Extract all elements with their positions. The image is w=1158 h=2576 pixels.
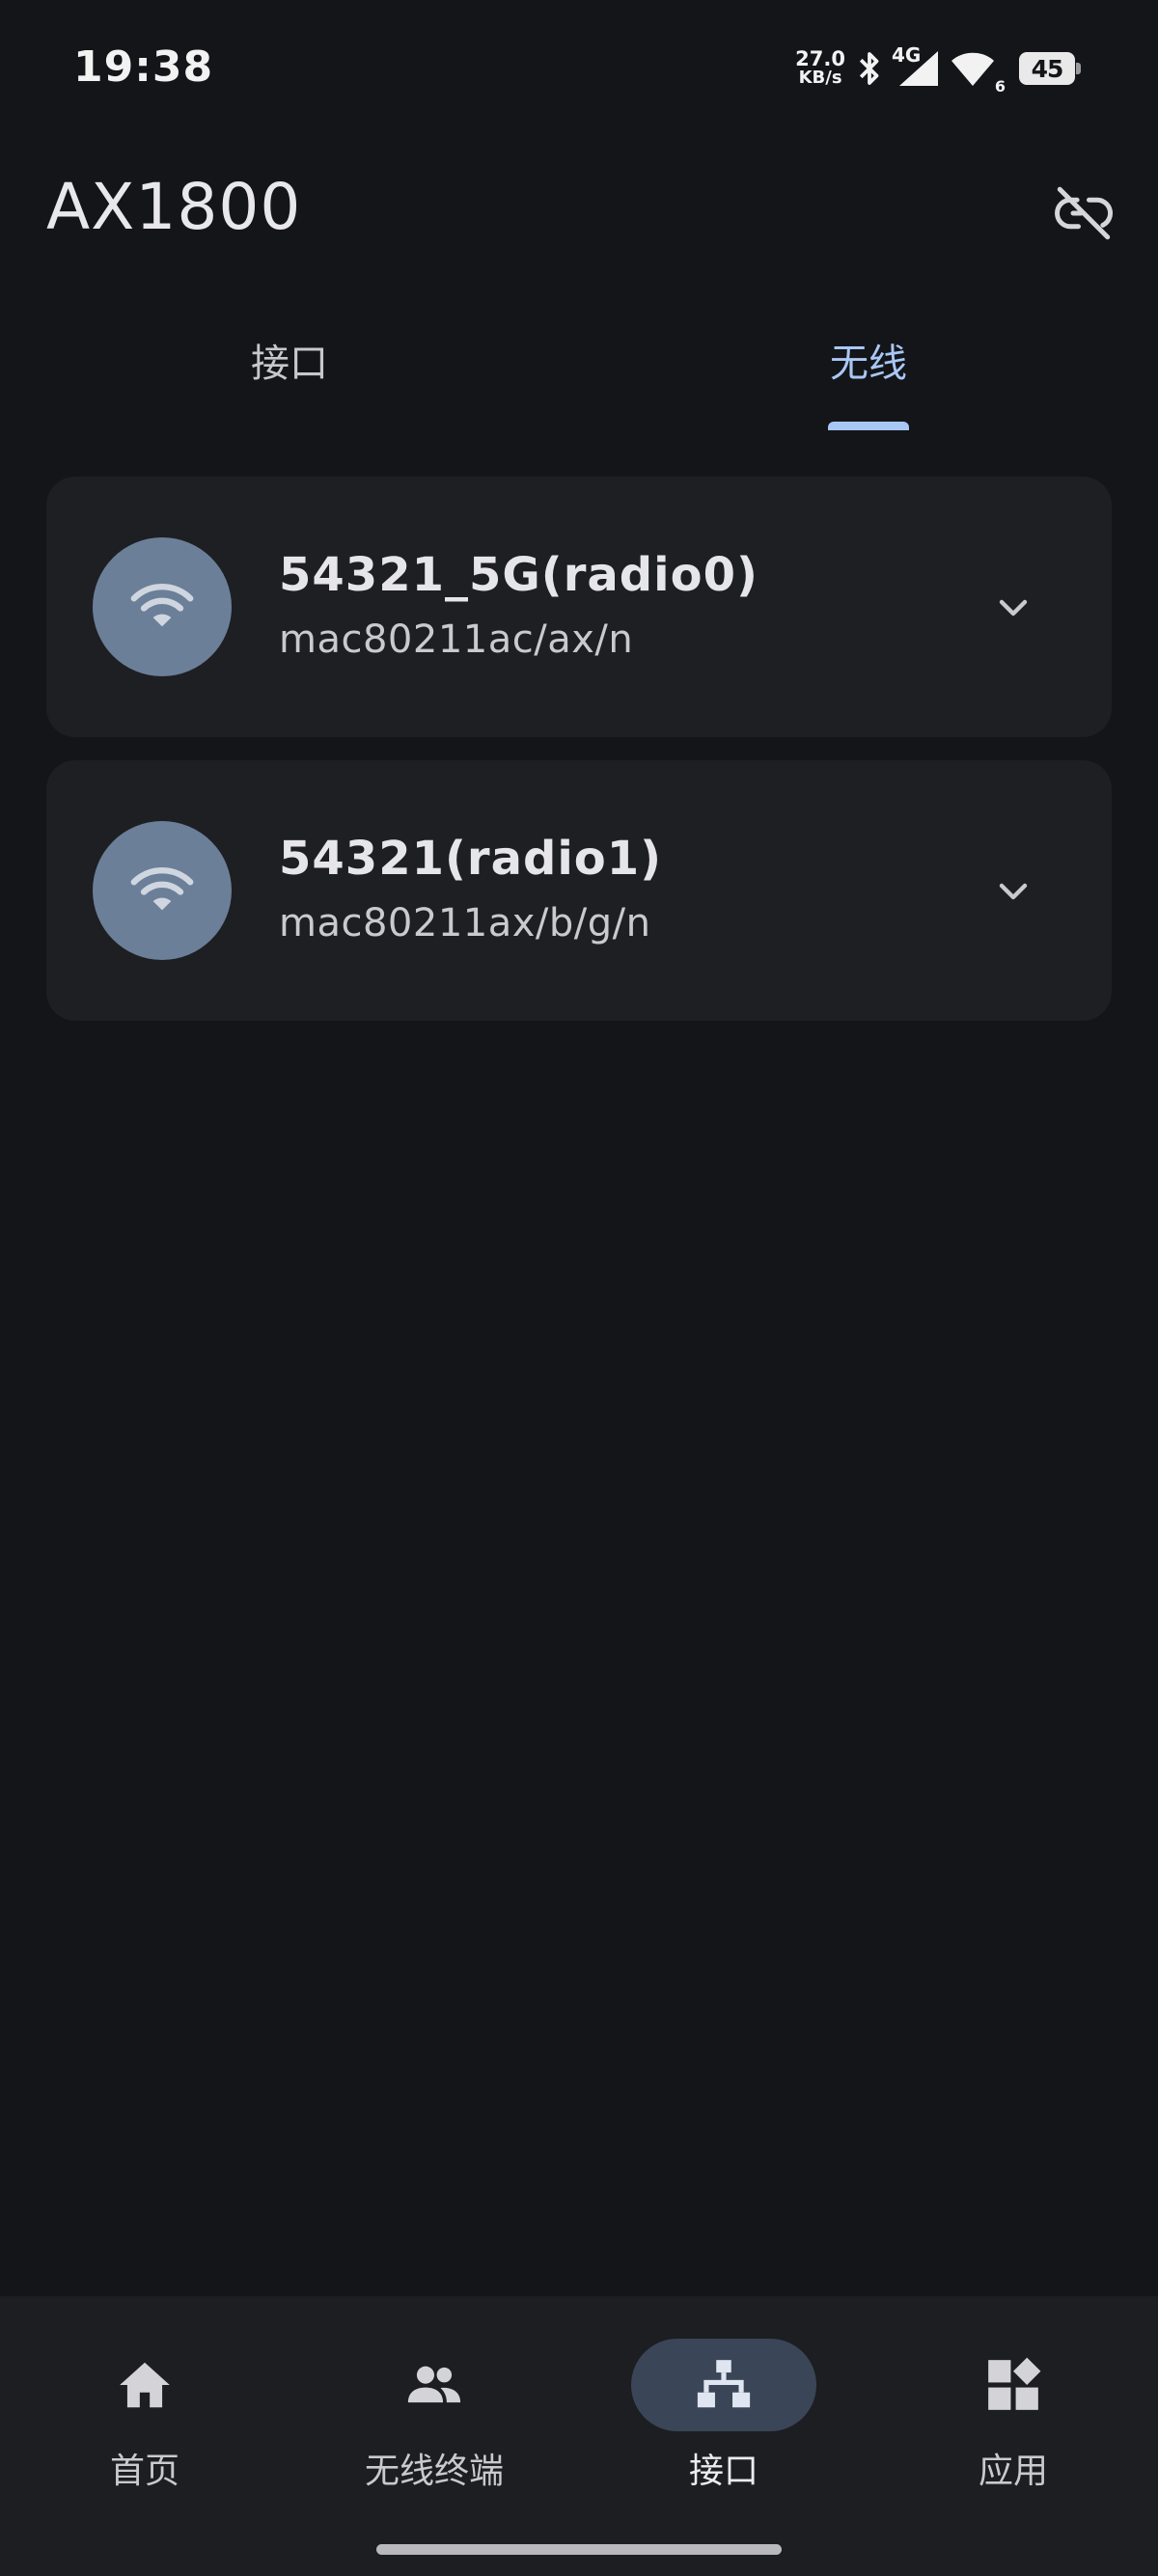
nav-label: 无线终端 xyxy=(364,2452,504,2491)
cellular-type: 4G xyxy=(892,43,922,67)
home-icon xyxy=(120,2362,170,2408)
nav-pill-active xyxy=(631,2339,816,2431)
radio-card[interactable]: 54321(radio1) mac80211ax/b/g/n xyxy=(46,760,1112,1021)
battery-level: 45 xyxy=(1031,54,1064,83)
app-screen: 19:38 27.0 KB/s 4G 6 45 AX1800 接口 无线 543… xyxy=(0,0,1158,2576)
cellular-signal-icon: 4G xyxy=(892,43,940,88)
apps-icon xyxy=(988,2357,1041,2410)
wifi-signal-icon: 6 xyxy=(950,49,1006,96)
wifi-icon xyxy=(93,821,232,960)
network-speed-value: 27.0 xyxy=(795,47,845,70)
nav-item-wireless-clients[interactable]: 无线终端 xyxy=(290,2296,579,2547)
battery-cap xyxy=(1076,63,1081,74)
wifi-standard: 6 xyxy=(994,77,1006,96)
gesture-home-bar[interactable] xyxy=(376,2544,782,2555)
people-icon xyxy=(407,2366,461,2403)
tab-label: 无线 xyxy=(830,342,907,386)
nav-label: 首页 xyxy=(109,2452,179,2491)
nav-pill xyxy=(342,2339,527,2431)
nav-label: 应用 xyxy=(978,2452,1048,2491)
radio-mode: mac80211ac/ax/n xyxy=(279,617,634,662)
nav-pill xyxy=(921,2339,1106,2431)
tab-label: 接口 xyxy=(251,342,328,386)
nav-label: 接口 xyxy=(688,2452,758,2491)
bottom-navigation: 首页 无线终端 接口 应用 xyxy=(0,2296,1158,2576)
radio-card[interactable]: 54321_5G(radio0) mac80211ac/ax/n xyxy=(46,477,1112,737)
radio-name: 54321(radio1) xyxy=(279,832,663,886)
disconnect-button[interactable] xyxy=(1050,179,1117,247)
tab-wireless[interactable]: 无线 xyxy=(579,318,1158,430)
bluetooth-icon xyxy=(855,49,884,88)
chevron-down-icon[interactable] xyxy=(990,868,1036,915)
link-off-icon xyxy=(1055,186,1114,240)
wifi-icon xyxy=(93,537,232,676)
network-speed-unit: KB/s xyxy=(798,68,842,88)
tab-bar: 接口 无线 xyxy=(0,318,1158,430)
tab-active-indicator xyxy=(828,422,909,430)
page-title: AX1800 xyxy=(46,170,302,244)
status-time: 19:38 xyxy=(73,42,214,92)
radio-mode: mac80211ax/b/g/n xyxy=(279,901,651,945)
radio-name: 54321_5G(radio0) xyxy=(279,548,758,602)
nav-item-home[interactable]: 首页 xyxy=(0,2296,290,2547)
chevron-down-icon[interactable] xyxy=(990,585,1036,631)
nav-item-apps[interactable]: 应用 xyxy=(868,2296,1158,2547)
network-speed: 27.0 KB/s xyxy=(795,47,845,88)
battery-icon: 45 xyxy=(1019,52,1081,85)
status-bar: 19:38 27.0 KB/s 4G 6 45 xyxy=(0,0,1158,135)
nav-pill xyxy=(52,2339,237,2431)
nav-item-interfaces[interactable]: 接口 xyxy=(579,2296,868,2547)
network-topology-icon xyxy=(697,2360,751,2408)
tab-interfaces[interactable]: 接口 xyxy=(0,318,579,430)
status-icons: 27.0 KB/s 4G 6 45 xyxy=(795,43,1081,96)
